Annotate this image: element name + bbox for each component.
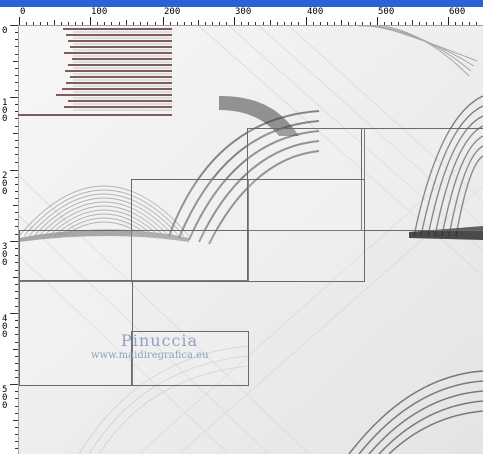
watermark-name: Pinuccia [121, 331, 199, 350]
hruler-minor-ticks [26, 20, 477, 25]
selection-panel-2 [19, 230, 249, 282]
watermark-url: www.maidiregrafica.eu [91, 350, 209, 361]
selection-panel-4 [361, 128, 483, 231]
vertical-ruler[interactable]: 0 100 200 300 400 500 [0, 25, 19, 454]
layer-stripes [18, 28, 172, 116]
selection-panel-5 [247, 179, 365, 282]
image-editor-window: 0 100 200 300 400 500 600 0 100 200 300 … [0, 0, 483, 454]
selection-panel-6 [19, 280, 133, 386]
title-bar [0, 0, 483, 7]
vruler-label-400: 400 [2, 314, 8, 340]
vruler-label-0: 0 [2, 26, 8, 36]
vruler-label-500: 500 [2, 385, 8, 411]
vruler-label-200: 200 [2, 171, 8, 197]
horizontal-ruler[interactable]: 0 100 200 300 400 500 600 [0, 7, 483, 26]
vruler-label-100: 100 [2, 98, 8, 124]
vruler-label-300: 300 [2, 242, 8, 268]
